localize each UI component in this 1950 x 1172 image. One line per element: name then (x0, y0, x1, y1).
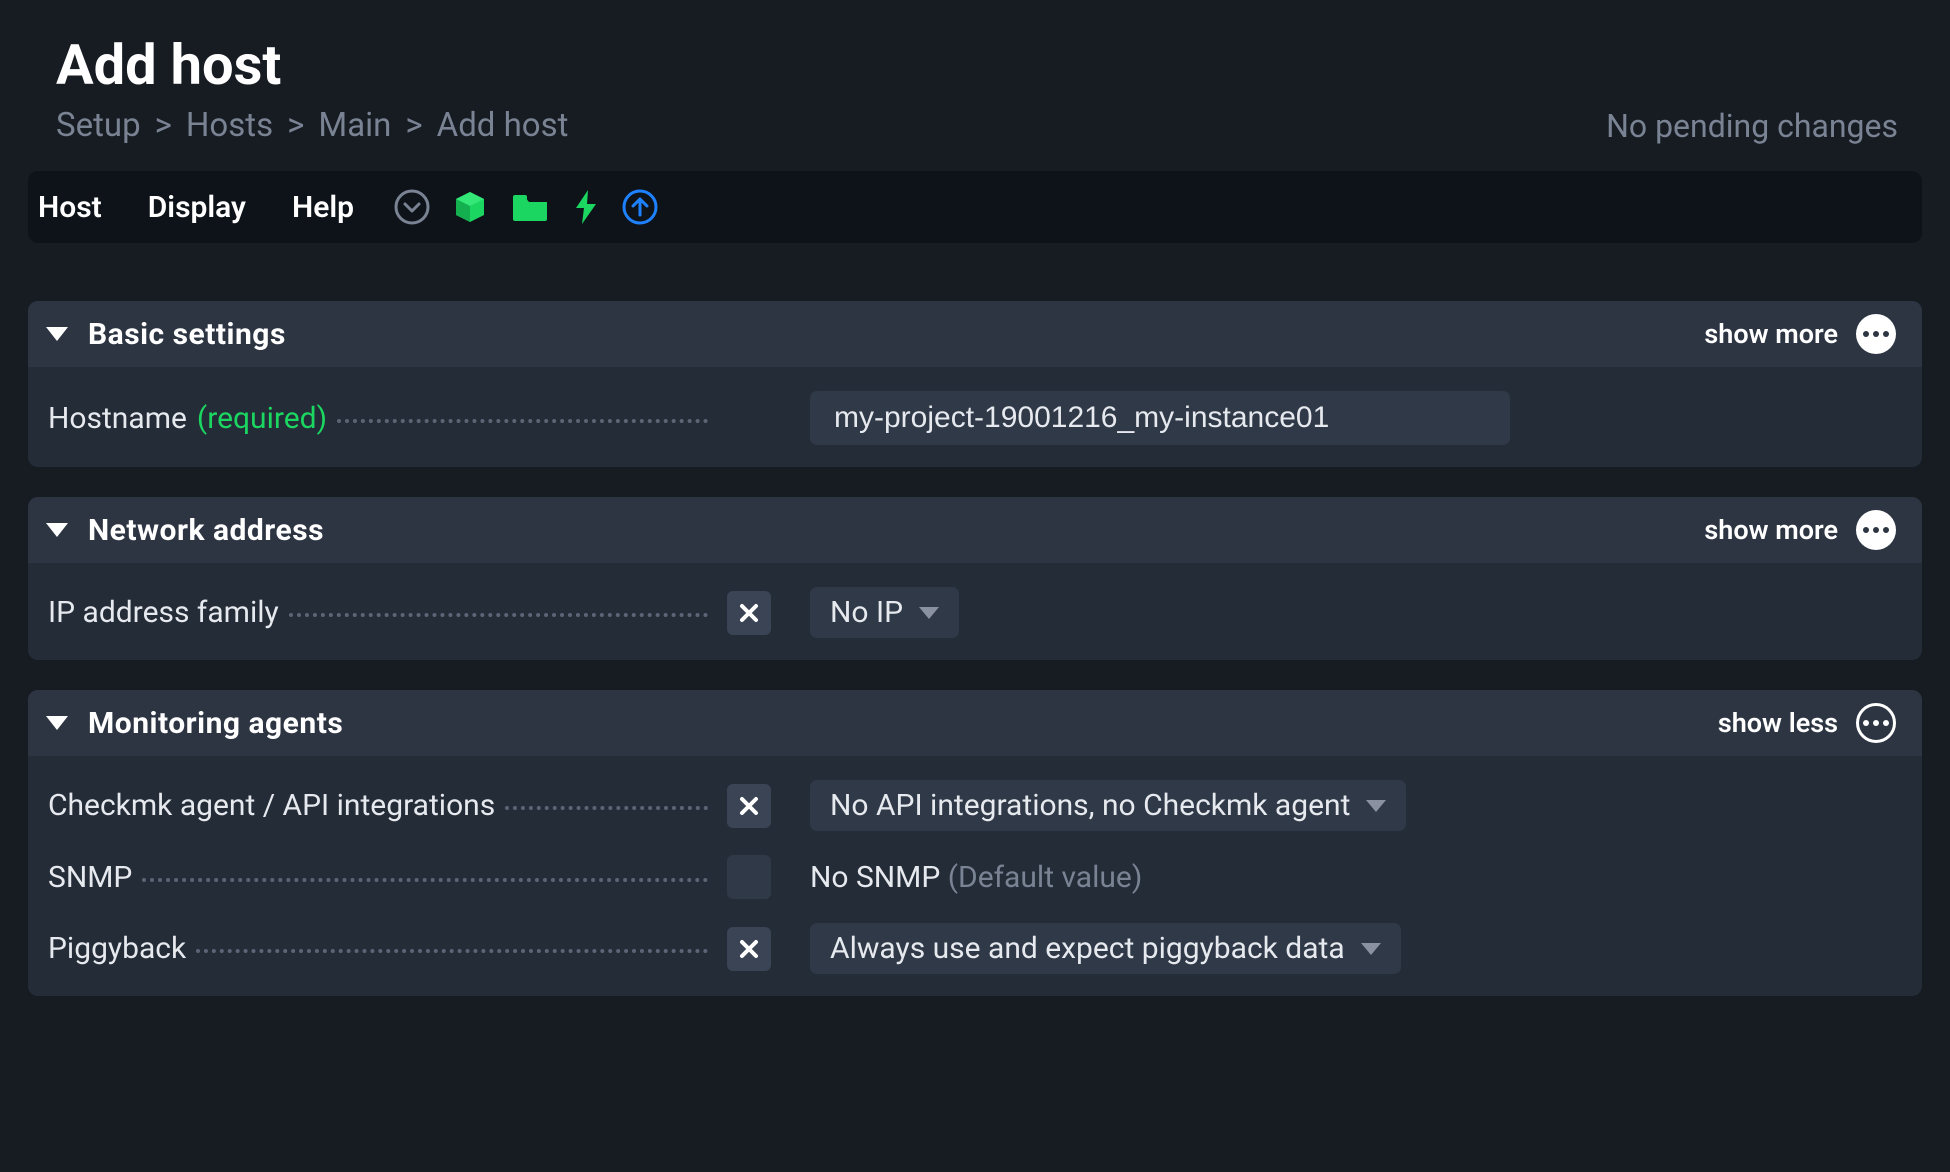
row-hostname: Hostname (required) (28, 367, 1922, 445)
required-badge: (required) (197, 401, 327, 436)
breadcrumb-addhost[interactable]: Add host (437, 106, 569, 145)
toolbar-icons (394, 188, 658, 226)
more-dots-outline-icon[interactable] (1856, 703, 1896, 743)
label-piggyback: Piggyback (48, 931, 186, 966)
folder-icon[interactable] (510, 189, 550, 225)
label-snmp: SNMP (48, 860, 132, 895)
section-header-basic: Basic settings show more (28, 301, 1922, 367)
breadcrumb-setup[interactable]: Setup (56, 106, 141, 145)
menu-host[interactable]: Host (38, 190, 102, 225)
piggyback-value: Always use and expect piggyback data (830, 931, 1345, 966)
section-basic-settings: Basic settings show more Hostname (requi… (28, 301, 1922, 467)
breadcrumb-sep: > (155, 106, 172, 145)
collapse-icon[interactable] (46, 716, 68, 730)
menu-display[interactable]: Display (148, 190, 246, 225)
section-title-network: Network address (88, 513, 324, 548)
label-checkmk: Checkmk agent / API integrations (48, 788, 495, 823)
override-toggle-ip[interactable] (727, 591, 771, 635)
show-more-basic[interactable]: show more (1704, 318, 1838, 350)
override-toggle-checkmk[interactable] (727, 784, 771, 828)
dots-fill (142, 878, 708, 882)
caret-down-icon (1366, 800, 1386, 812)
caret-down-icon (1361, 943, 1381, 955)
piggyback-select[interactable]: Always use and expect piggyback data (810, 923, 1401, 974)
collapse-icon[interactable] (46, 523, 68, 537)
section-header-agents: Monitoring agents show less (28, 690, 1922, 756)
dots-fill (289, 613, 708, 617)
dots-fill (337, 419, 708, 423)
row-ip-family: IP address family No IP (28, 563, 1922, 638)
page-title: Add host (56, 32, 1922, 98)
breadcrumb-main[interactable]: Main (318, 106, 391, 145)
override-toggle-piggyback[interactable] (727, 927, 771, 971)
section-header-network: Network address show more (28, 497, 1922, 563)
arrow-up-circle-icon[interactable] (622, 189, 658, 225)
dots-fill (505, 806, 708, 810)
menu-help[interactable]: Help (292, 190, 354, 225)
header-row: Setup > Hosts > Main > Add host No pendi… (56, 106, 1922, 145)
breadcrumb-sep: > (405, 106, 422, 145)
section-title-basic: Basic settings (88, 317, 286, 352)
pending-changes[interactable]: No pending changes (1606, 107, 1922, 145)
dots-fill (196, 949, 708, 953)
breadcrumb-sep: > (287, 106, 304, 145)
lightning-icon[interactable] (572, 188, 600, 226)
section-monitoring-agents: Monitoring agents show less Checkmk agen… (28, 690, 1922, 996)
hostname-input[interactable] (810, 391, 1510, 445)
ip-family-value: No IP (830, 595, 903, 630)
breadcrumb-hosts[interactable]: Hosts (186, 106, 273, 145)
more-dots-icon[interactable] (1856, 314, 1896, 354)
section-network-address: Network address show more IP address fam… (28, 497, 1922, 660)
checkmk-agent-value: No API integrations, no Checkmk agent (830, 788, 1350, 823)
row-snmp: SNMP No SNMP (Default value) (28, 831, 1922, 899)
override-toggle-snmp[interactable] (727, 855, 771, 899)
checkmk-agent-select[interactable]: No API integrations, no Checkmk agent (810, 780, 1406, 831)
more-dots-icon[interactable] (1856, 510, 1896, 550)
breadcrumb: Setup > Hosts > Main > Add host (56, 106, 568, 145)
show-less-agents[interactable]: show less (1718, 707, 1838, 739)
label-hostname: Hostname (48, 401, 187, 436)
cube-icon[interactable] (452, 189, 488, 225)
toolbar: Host Display Help (28, 171, 1922, 243)
row-checkmk-agent: Checkmk agent / API integrations No API … (28, 756, 1922, 831)
snmp-value: No SNMP (Default value) (810, 860, 1142, 895)
row-piggyback: Piggyback Always use and expect piggybac… (28, 899, 1922, 974)
show-more-network[interactable]: show more (1704, 514, 1838, 546)
ip-family-select[interactable]: No IP (810, 587, 959, 638)
label-ip-family: IP address family (48, 595, 279, 630)
section-title-agents: Monitoring agents (88, 706, 343, 741)
chevron-down-circle-icon[interactable] (394, 189, 430, 225)
caret-down-icon (919, 607, 939, 619)
collapse-icon[interactable] (46, 327, 68, 341)
default-suffix: (Default value) (948, 860, 1143, 895)
